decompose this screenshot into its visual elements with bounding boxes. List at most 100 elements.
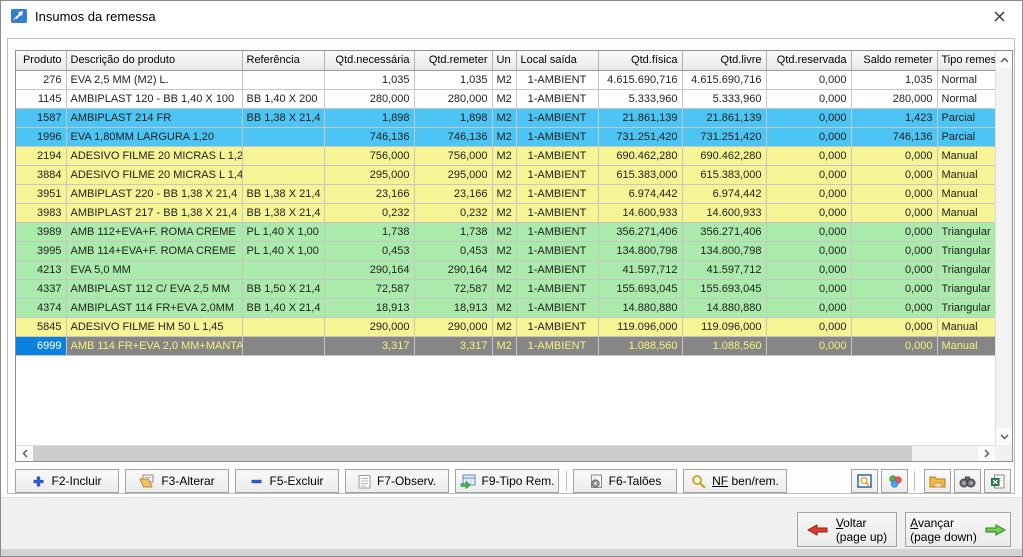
cell[interactable]: EVA 2,5 MM (M2) L.: [66, 70, 242, 89]
cell[interactable]: 690.462,280: [682, 146, 766, 165]
cell[interactable]: Triangular: [937, 222, 995, 241]
cell[interactable]: 72,587: [414, 279, 492, 298]
cell[interactable]: 1.088,560: [598, 336, 682, 355]
scroll-up-icon[interactable]: [996, 51, 1012, 68]
table-row[interactable]: 4337AMBIPLAST 112 C/ EVA 2,5 MMBB 1,50 X…: [16, 279, 995, 298]
table-row[interactable]: 3983AMBIPLAST 217 - BB 1,38 X 21,4BB 1,3…: [16, 203, 995, 222]
cell[interactable]: 21.861,139: [598, 108, 682, 127]
cell[interactable]: 1587: [16, 108, 66, 127]
cell[interactable]: AMB 114+EVA+F. ROMA CREME: [66, 241, 242, 260]
cell[interactable]: 1-AMBIENT: [516, 260, 598, 279]
preview-button[interactable]: [851, 469, 878, 493]
cell[interactable]: 0,000: [851, 184, 937, 203]
cell[interactable]: 14.600,933: [598, 203, 682, 222]
cell[interactable]: 1,898: [414, 108, 492, 127]
cell[interactable]: 4374: [16, 298, 66, 317]
cell[interactable]: 0,000: [766, 165, 851, 184]
cell[interactable]: 0,000: [851, 203, 937, 222]
cell[interactable]: 2194: [16, 146, 66, 165]
cell[interactable]: 0,000: [851, 279, 937, 298]
cell[interactable]: 1-AMBIENT: [516, 279, 598, 298]
cell[interactable]: 746,136: [851, 127, 937, 146]
horizontal-scroll-track[interactable]: [33, 446, 978, 461]
cell[interactable]: M2: [492, 108, 516, 127]
cell[interactable]: 280,000: [414, 89, 492, 108]
cell[interactable]: 0,000: [851, 260, 937, 279]
avancar-button[interactable]: Avançar (page down): [905, 512, 1011, 547]
cell[interactable]: 746,136: [414, 127, 492, 146]
cell[interactable]: 14.600,933: [682, 203, 766, 222]
cell[interactable]: AMB 112+EVA+F. ROMA CREME: [66, 222, 242, 241]
cell[interactable]: M2: [492, 89, 516, 108]
cell[interactable]: ADESIVO FILME 20 MICRAS L 1,24: [66, 146, 242, 165]
cell[interactable]: 1-AMBIENT: [516, 89, 598, 108]
cell[interactable]: 41.597,712: [598, 260, 682, 279]
column-header[interactable]: Produto: [16, 51, 66, 70]
cell[interactable]: [242, 70, 324, 89]
search-records-button[interactable]: [954, 469, 981, 493]
cell[interactable]: Triangular: [937, 241, 995, 260]
cell[interactable]: 3884: [16, 165, 66, 184]
column-header[interactable]: Qtd.necessária: [324, 51, 414, 70]
cell[interactable]: 290,164: [414, 260, 492, 279]
table-row[interactable]: 3951AMBIPLAST 220 - BB 1,38 X 21,4BB 1,3…: [16, 184, 995, 203]
cell[interactable]: 0,000: [766, 203, 851, 222]
cell[interactable]: 18,913: [324, 298, 414, 317]
cell[interactable]: [242, 336, 324, 355]
cell[interactable]: 0,000: [851, 165, 937, 184]
cell[interactable]: 1,898: [324, 108, 414, 127]
grid-export-button[interactable]: [924, 469, 951, 493]
vertical-scroll-track[interactable]: [996, 68, 1012, 428]
cell[interactable]: 1-AMBIENT: [516, 70, 598, 89]
cell[interactable]: 1-AMBIENT: [516, 184, 598, 203]
cell[interactable]: [242, 127, 324, 146]
cell[interactable]: BB 1,38 X 21,4: [242, 108, 324, 127]
cell[interactable]: Normal: [937, 70, 995, 89]
cell[interactable]: 3989: [16, 222, 66, 241]
cell[interactable]: BB 1,38 X 21,4: [242, 203, 324, 222]
table-row[interactable]: 4213EVA 5,0 MM290,164290,164M21-AMBIENT4…: [16, 260, 995, 279]
table-row[interactable]: 1145AMBIPLAST 120 - BB 1,40 X 100BB 1,40…: [16, 89, 995, 108]
cell[interactable]: 72,587: [324, 279, 414, 298]
table-row[interactable]: 1996EVA 1,80MM LARGURA 1,20746,136746,13…: [16, 127, 995, 146]
cell[interactable]: M2: [492, 146, 516, 165]
cell[interactable]: 5845: [16, 317, 66, 336]
cell[interactable]: 290,164: [324, 260, 414, 279]
cell[interactable]: 4.615.690,716: [682, 70, 766, 89]
cell[interactable]: 119.096,000: [682, 317, 766, 336]
cell[interactable]: 1,035: [414, 70, 492, 89]
table-row[interactable]: 5845ADESIVO FILME HM 50 L 1,45290,000290…: [16, 317, 995, 336]
cell[interactable]: 3,317: [324, 336, 414, 355]
cell[interactable]: 14.880,880: [682, 298, 766, 317]
cell[interactable]: 731.251,420: [682, 127, 766, 146]
f6-taloes-button[interactable]: F6-Talões: [573, 469, 677, 493]
f9-tipo-rem-button[interactable]: F9-Tipo Rem.: [455, 469, 559, 493]
cell[interactable]: EVA 5,0 MM: [66, 260, 242, 279]
column-header[interactable]: Qtd.livre: [682, 51, 766, 70]
table-row[interactable]: 6999AMB 114 FR+EVA 2,0 MM+MANTA3,3173,31…: [16, 336, 995, 355]
cell[interactable]: ADESIVO FILME HM 50 L 1,45: [66, 317, 242, 336]
cell[interactable]: 290,000: [414, 317, 492, 336]
cell[interactable]: AMBIPLAST 112 C/ EVA 2,5 MM: [66, 279, 242, 298]
cell[interactable]: M2: [492, 165, 516, 184]
cell[interactable]: 6.974,442: [682, 184, 766, 203]
cell[interactable]: M2: [492, 222, 516, 241]
cell[interactable]: AMBIPLAST 214 FR: [66, 108, 242, 127]
cell[interactable]: Parcial: [937, 127, 995, 146]
cell[interactable]: AMBIPLAST 114 FR+EVA 2,0MM: [66, 298, 242, 317]
cell[interactable]: Manual: [937, 336, 995, 355]
cell[interactable]: 615.383,000: [682, 165, 766, 184]
cell[interactable]: 1-AMBIENT: [516, 298, 598, 317]
cell[interactable]: 1-AMBIENT: [516, 146, 598, 165]
cell[interactable]: PL 1,40 X 1,00: [242, 241, 324, 260]
cell[interactable]: [242, 165, 324, 184]
cell[interactable]: 6999: [16, 336, 66, 355]
f5-excluir-button[interactable]: F5-Excluir: [235, 469, 339, 493]
cell[interactable]: 6.974,442: [598, 184, 682, 203]
cell[interactable]: 1.088,560: [682, 336, 766, 355]
cell[interactable]: 4.615.690,716: [598, 70, 682, 89]
cell[interactable]: Manual: [937, 146, 995, 165]
horizontal-scroll-thumb[interactable]: [33, 446, 912, 461]
cell[interactable]: 0,000: [766, 298, 851, 317]
cell[interactable]: 0,000: [766, 146, 851, 165]
